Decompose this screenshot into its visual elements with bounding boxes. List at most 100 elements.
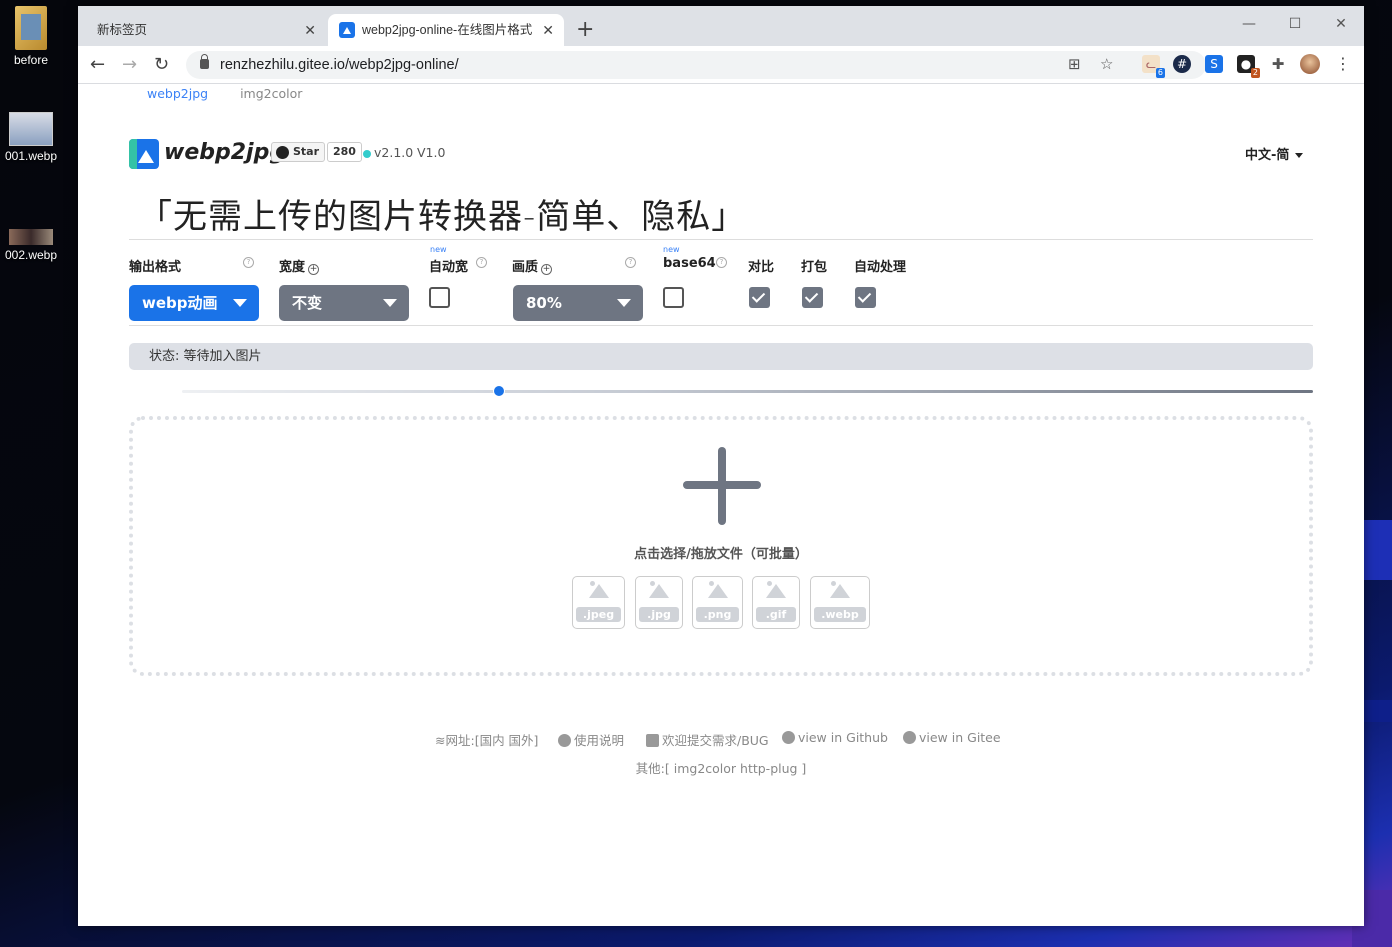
reload-button[interactable]: ↻ [154,54,169,76]
maximize-button[interactable]: ☐ [1272,12,1318,36]
language-select[interactable]: 中文-简 [1245,144,1304,163]
bookmark-star-icon[interactable]: ☆ [1100,55,1113,73]
add-circle-icon[interactable]: + [541,264,553,275]
translate-icon[interactable]: ⊞ [1068,55,1081,73]
pack-label: 打包 [801,260,828,275]
file-type-jpg-icon: .jpg [635,576,683,629]
base64-label: base64 [663,256,716,271]
s-extension-icon[interactable]: S [1205,55,1223,73]
tab-webp2jpg[interactable]: webp2jpg-online-在线图片格式 ✕ [328,14,564,46]
width-label: 宽度 + [279,260,320,275]
help-icon[interactable]: ? [625,257,636,268]
desktop-icon-label: 002.webp [4,248,58,262]
desktop-icon-label: 001.webp [4,149,58,163]
url-text: renzhezhilu.gitee.io/webp2jpg-online/ [220,57,459,73]
webp2jpg-favicon-icon [339,22,355,38]
file-type-webp-icon: .webp [810,576,870,629]
tab-new-tab[interactable]: 新标签页 ✕ [86,14,326,46]
output-format-value: webp动画 [142,294,218,312]
dropzone-instruction: 点击选择/拖放文件（可批量） [634,547,808,562]
compare-checkbox[interactable] [749,287,770,308]
help-icon[interactable]: ? [476,257,487,268]
wifi-icon: ≋ [435,733,446,748]
pack-checkbox[interactable] [802,287,823,308]
footer-others[interactable]: 其他:[ img2color http-plug ] [78,758,1364,777]
auto-width-checkbox[interactable] [429,287,450,308]
close-tab-icon[interactable]: ✕ [304,14,316,46]
base64-checkbox[interactable] [663,287,684,308]
new-tab-button[interactable]: + [576,18,594,42]
tab-title: webp2jpg-online-在线图片格式 [362,23,533,37]
tab-strip: 新标签页 ✕ webp2jpg-online-在线图片格式 ✕ + — ☐ ✕ [78,6,1364,46]
divider [129,325,1313,326]
extension-badge: 2 [1250,68,1260,78]
footer-feedback-link[interactable]: 欢迎提交需求/BUG [646,730,769,749]
puzzle-icon[interactable]: ✚ [1269,55,1287,73]
help-icon[interactable]: ? [716,257,727,268]
output-format-label: 输出格式 [129,260,182,275]
menu-icon[interactable]: ⋮ [1334,55,1352,73]
file-type-gif-icon: .gif [752,576,800,629]
browser-toolbar: ← → ↻ renzhezhilu.gitee.io/webp2jpg-onli… [78,46,1364,84]
desktop-icon-before[interactable]: before [2,6,60,67]
minimize-button[interactable]: — [1226,12,1272,36]
auto-process-checkbox[interactable] [855,287,876,308]
footer-site-link[interactable]: ≋网址:[国内 国外] [435,730,538,749]
compare-label: 对比 [748,260,775,275]
quality-select[interactable]: 80% [513,285,643,321]
extension-badge: 6 [1155,68,1165,78]
webp2jpg-logo-icon [129,139,159,169]
logo-text: webp2jpg [164,140,286,165]
auto-process-label: 自动处理 [854,260,907,275]
page-slogan: 「无需上传的图片转换器-简单、隐私」 [138,197,747,237]
github-star-count[interactable]: 280 [327,142,362,162]
new-tag: new [663,245,680,254]
hash-extension-icon[interactable]: # [1173,55,1191,73]
desktop-icon-001-webp[interactable]: 001.webp [2,112,60,163]
forward-button[interactable]: → [122,54,137,76]
close-window-button[interactable]: ✕ [1318,12,1364,36]
image-thumbnail-icon [9,229,53,245]
webp2jpg-page: webp2jpg img2color webp2jpg Star 280 v2.… [78,85,1364,926]
progress-slider-thumb[interactable] [492,385,505,397]
desktop-icon-002-webp[interactable]: 002.webp [2,229,60,262]
language-label: 中文-简 [1245,148,1290,163]
dropdown-arrow-icon [383,299,397,307]
github-icon [782,731,795,744]
footer-gitee-link[interactable]: view in Gitee [903,730,1001,745]
subnav-img2color[interactable]: img2color [240,85,302,103]
file-type-png-icon: .png [692,576,743,629]
sub-navigation: webp2jpg img2color [147,85,330,107]
footer-manual-link[interactable]: 使用说明 [558,730,624,749]
back-button[interactable]: ← [90,54,105,76]
footer-github-link[interactable]: view in Github [782,730,888,745]
divider [129,239,1313,240]
width-value: 不变 [292,294,323,312]
version-label-secondary[interactable]: V1.0 [417,145,445,160]
dark-extension-icon[interactable]: ● 2 [1237,55,1260,78]
help-icon[interactable]: ? [243,257,254,268]
version-label: v2.1.0 [374,145,414,160]
github-star-button[interactable]: Star [271,142,326,162]
cat-extension-icon[interactable]: ᓚ6 [1142,55,1165,78]
address-bar[interactable]: renzhezhilu.gitee.io/webp2jpg-online/ ⊞ … [186,51,1206,79]
width-select[interactable]: 不变 [279,285,409,321]
gitee-icon [903,731,916,744]
close-tab-icon[interactable]: ✕ [542,14,554,46]
github-icon [276,146,289,159]
quality-value: 80% [526,294,562,312]
lock-icon [200,54,209,69]
progress-slider-track[interactable] [182,390,1313,393]
auto-width-label: 自动宽 [429,260,469,275]
chat-icon [646,734,659,747]
output-format-select[interactable]: webp动画 [129,285,259,321]
profile-avatar[interactable] [1300,54,1320,74]
desktop-icon-label: before [13,53,49,67]
tab-title: 新标签页 [97,23,148,37]
quality-label: 画质 + [512,260,553,275]
caret-down-icon [1295,153,1304,158]
subnav-webp2jpg[interactable]: webp2jpg [147,85,208,103]
add-circle-icon[interactable]: + [308,264,320,275]
add-file-plus-icon[interactable] [718,447,726,525]
file-type-jpeg-icon: .jpeg [572,576,625,629]
